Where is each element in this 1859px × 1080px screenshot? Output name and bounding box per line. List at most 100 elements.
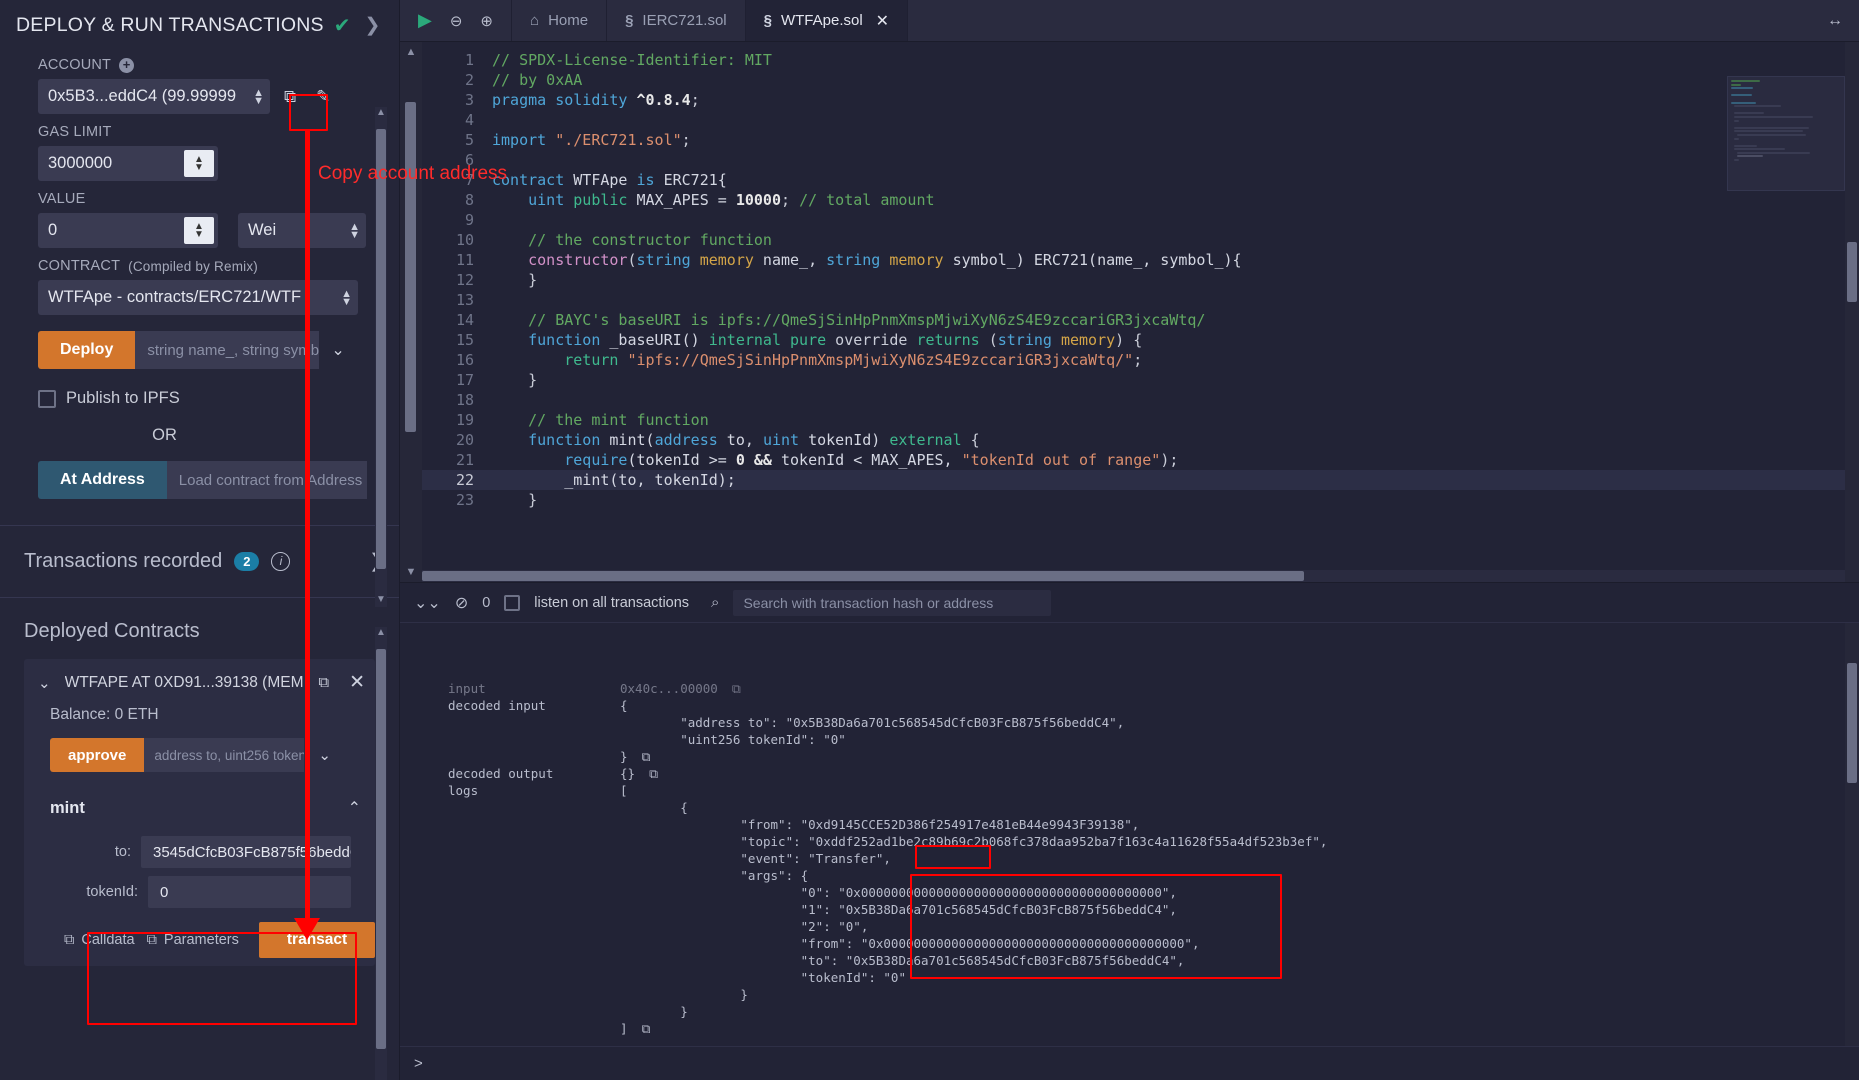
terminal-search-input[interactable]: Search with transaction hash or address: [733, 589, 1052, 616]
value-input[interactable]: 0 ▲ ▼: [38, 213, 218, 248]
code-line[interactable]: 4: [422, 110, 1859, 130]
code-line[interactable]: 1 // SPDX-License-Identifier: MIT: [422, 50, 1859, 70]
terminal-log[interactable]: input 0x40c...00000 ⧉ decoded input{ "addre…: [400, 623, 1859, 1046]
edit-icon[interactable]: ✎: [310, 87, 336, 107]
copy-icon[interactable]: ⧉: [318, 674, 329, 691]
copy-icon[interactable]: ⧉: [628, 1021, 651, 1036]
mint-param-to-input[interactable]: 3545dCfcB03FcB875f56beddC4: [141, 836, 351, 868]
scrollbar-thumb[interactable]: [1847, 242, 1857, 302]
code-content[interactable]: 1 // SPDX-License-Identifier: MIT 2 // by 0…: [422, 42, 1859, 582]
code-line[interactable]: 22 _mint(to, tokenId);: [422, 470, 1859, 490]
editor-horizontal-scrollbar[interactable]: [422, 570, 1845, 582]
code-line[interactable]: 8 uint public MAX_APES = 10000; // total…: [422, 190, 1859, 210]
chevron-right-icon[interactable]: ❯: [364, 16, 380, 35]
code-line[interactable]: 17 }: [422, 370, 1859, 390]
no-entry-icon[interactable]: ⊘: [455, 593, 468, 613]
plus-circle-icon[interactable]: +: [119, 57, 135, 73]
editor-minimap[interactable]: [1727, 76, 1845, 191]
at-address-row: At Address Load contract from Address: [0, 461, 399, 499]
chevron-down-icon[interactable]: ⌄: [319, 340, 344, 360]
at-address-button[interactable]: At Address: [38, 461, 167, 499]
transact-button[interactable]: transact: [258, 922, 376, 958]
code-line[interactable]: 20 function mint(address to, uint tokenI…: [422, 430, 1859, 450]
play-icon[interactable]: ▶: [418, 10, 432, 31]
left-panel-scrollbar[interactable]: ▲ ▼: [375, 107, 387, 607]
close-icon[interactable]: ✕: [343, 671, 365, 694]
code-line[interactable]: 23 }: [422, 490, 1859, 510]
close-icon[interactable]: ✕: [876, 11, 889, 31]
publish-ipfs-checkbox[interactable]: [38, 389, 56, 408]
gas-limit-stepper[interactable]: ▲ ▼: [184, 150, 214, 177]
code-line[interactable]: 10 // the constructor function: [422, 230, 1859, 250]
tab-home[interactable]: ⌂ Home: [512, 0, 608, 41]
contract-select[interactable]: WTFApe - contracts/ERC721/WTF ▲ ▼: [38, 280, 358, 315]
copy-icon[interactable]: ⧉: [635, 766, 658, 781]
gas-limit-input[interactable]: 3000000 ▲ ▼: [38, 146, 218, 181]
scrollbar-thumb[interactable]: [376, 649, 386, 1049]
chevron-updown-icon[interactable]: ▲ ▼: [253, 87, 264, 106]
double-chevron-down-icon[interactable]: ⌄⌄: [414, 593, 441, 613]
terminal-prompt[interactable]: >: [400, 1046, 1859, 1080]
value-unit-select[interactable]: Wei ▲ ▼: [238, 213, 366, 248]
listen-all-transactions-checkbox[interactable]: [504, 594, 521, 611]
copy-icon[interactable]: ⧉: [718, 681, 741, 696]
editor-right-scrollbar[interactable]: [1845, 42, 1859, 582]
deploy-button[interactable]: Deploy: [38, 331, 136, 369]
scroll-up-icon[interactable]: ▲: [375, 107, 387, 118]
editor-left-scrollbar[interactable]: ▲ ▼: [400, 42, 422, 582]
chevron-down-icon[interactable]: ⌄: [304, 746, 331, 764]
code-line[interactable]: 14 // BAYC's baseURI is ipfs://QmeSjSinH…: [422, 310, 1859, 330]
code-line[interactable]: 21 require(tokenId >= 0 && tokenId < MAX…: [422, 450, 1859, 470]
calldata-button[interactable]: ⧉ Calldata: [64, 932, 135, 948]
zoom-in-icon[interactable]: ⊕: [480, 12, 493, 30]
scroll-up-icon[interactable]: ▲: [375, 627, 387, 638]
expand-horizontal-icon[interactable]: ↔: [1811, 0, 1859, 41]
code-line[interactable]: 16 return "ipfs://QmeSjSinHpPnmXmspMjwiX…: [422, 350, 1859, 370]
scroll-down-icon[interactable]: ▼: [400, 566, 422, 578]
scrollbar-thumb[interactable]: [422, 571, 1305, 581]
mint-function-header[interactable]: mint ⌃: [24, 772, 375, 828]
chevron-down-icon[interactable]: ⌄: [38, 674, 51, 692]
tab-wtfape[interactable]: § WTFApe.sol ✕: [745, 0, 909, 41]
terminal-log-key: logs: [448, 783, 479, 798]
scrollbar-thumb[interactable]: [405, 102, 416, 432]
at-address-input[interactable]: Load contract from Address: [166, 461, 367, 499]
code-line[interactable]: 9: [422, 210, 1859, 230]
account-select[interactable]: 0x5B3...eddC4 (99.99999 ▲ ▼: [38, 79, 270, 114]
chevron-up-icon[interactable]: ⌃: [348, 798, 361, 818]
scrollbar-thumb[interactable]: [376, 129, 386, 569]
zoom-out-icon[interactable]: ⊖: [450, 12, 463, 30]
code-line[interactable]: 7 contract WTFApe is ERC721{: [422, 170, 1859, 190]
value-stepper[interactable]: ▲ ▼: [184, 217, 214, 244]
code-line[interactable]: 5 import "./ERC721.sol";: [422, 130, 1859, 150]
contract-row: WTFApe - contracts/ERC721/WTF ▲ ▼: [0, 280, 399, 315]
transactions-recorded-row[interactable]: Transactions recorded 2 i ❯: [0, 526, 399, 597]
left-panel-scrollbar-2[interactable]: ▲ ▼: [375, 627, 387, 1080]
approve-button[interactable]: approve: [50, 738, 145, 772]
scroll-up-icon[interactable]: ▲: [400, 42, 422, 58]
approve-args-input[interactable]: address to, uint256 tokenId: [144, 738, 305, 772]
editor-toolbar: ▶ ⊖ ⊕: [400, 0, 512, 41]
copy-icon[interactable]: ⧉: [628, 749, 651, 764]
code-line[interactable]: 3 pragma solidity ^0.8.4;: [422, 90, 1859, 110]
code-line[interactable]: 18: [422, 390, 1859, 410]
code-line[interactable]: 19 // the mint function: [422, 410, 1859, 430]
code-line[interactable]: 2 // by 0xAA: [422, 70, 1859, 90]
mint-param-tokenid-input[interactable]: 0: [148, 876, 351, 908]
chevron-updown-icon[interactable]: ▲ ▼: [349, 221, 360, 240]
parameters-button[interactable]: ⧉ Parameters: [147, 932, 239, 948]
code-line[interactable]: 6: [422, 150, 1859, 170]
info-icon[interactable]: i: [271, 552, 291, 571]
deployed-contract-header[interactable]: ⌄ WTFAPE AT 0XD91...39138 (MEM ⧉ ✕: [24, 659, 375, 706]
scroll-down-icon[interactable]: ▼: [375, 594, 387, 605]
tab-ierc721[interactable]: § IERC721.sol: [607, 0, 746, 41]
copy-icon[interactable]: ⧉: [278, 87, 302, 107]
code-line[interactable]: 13: [422, 290, 1859, 310]
code-line[interactable]: 11 constructor(string memory name_, stri…: [422, 250, 1859, 270]
deploy-args-input[interactable]: string name_, string symbol_: [135, 331, 320, 369]
code-line[interactable]: 12 }: [422, 270, 1859, 290]
code-line[interactable]: 15 function _baseURI() internal pure ove…: [422, 330, 1859, 350]
publish-ipfs-row[interactable]: Publish to IPFS: [0, 389, 399, 408]
search-icon[interactable]: ⌕: [711, 594, 719, 611]
chevron-updown-icon[interactable]: ▲ ▼: [341, 288, 352, 307]
